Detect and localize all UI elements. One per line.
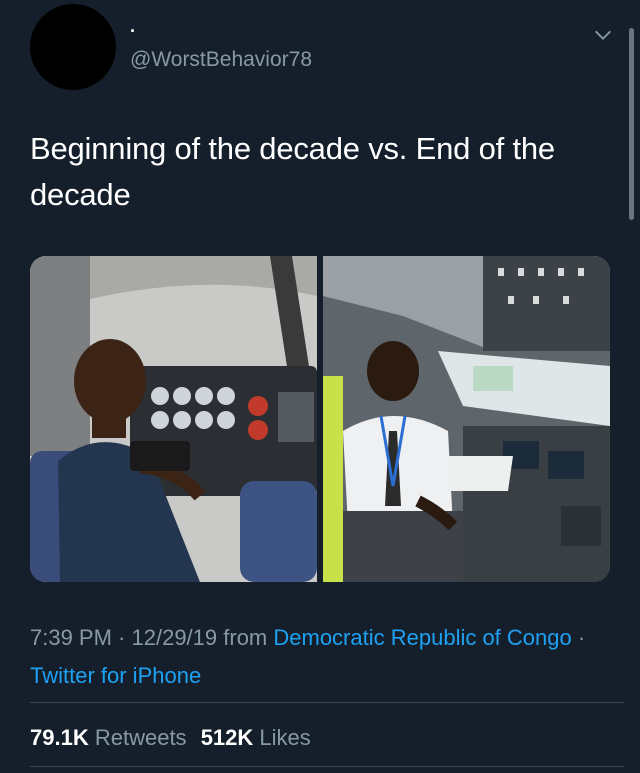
separator: · [571, 625, 586, 650]
retweets-count: 79.1K [30, 725, 89, 750]
tweet-date[interactable]: 12/29/19 [132, 625, 218, 650]
likes-count: 512K [200, 725, 254, 750]
likes-label: Likes [259, 725, 311, 750]
retweets-label: Retweets [94, 725, 187, 750]
tweet-stats: 79.1K Retweets 512K Likes [30, 722, 319, 754]
separator: · [111, 625, 132, 650]
photo-childhood-simulator[interactable] [30, 256, 317, 582]
retweets-stat[interactable]: 79.1K Retweets [30, 725, 187, 750]
divider [30, 702, 624, 703]
location-link[interactable]: Democratic Republic of Congo [273, 625, 571, 650]
tweet-time[interactable]: 7:39 PM [30, 625, 112, 650]
scrollbar[interactable] [629, 28, 634, 220]
avatar[interactable] [30, 4, 116, 90]
tweet-metadata: 7:39 PM · 12/29/19 from Democratic Repub… [30, 619, 590, 695]
likes-stat[interactable]: 512K Likes [201, 725, 311, 750]
chevron-down-icon[interactable] [592, 24, 614, 46]
photo-pilot-cockpit[interactable] [323, 256, 610, 582]
tweet-media[interactable] [30, 256, 610, 582]
source-link[interactable]: Twitter for iPhone [30, 663, 201, 688]
display-name[interactable]: . [130, 16, 135, 36]
tweet-text: Beginning of the decade vs. End of the d… [30, 131, 555, 212]
divider [30, 766, 624, 767]
user-handle[interactable]: @WorstBehavior78 [130, 47, 312, 73]
from-label: from [217, 625, 274, 650]
